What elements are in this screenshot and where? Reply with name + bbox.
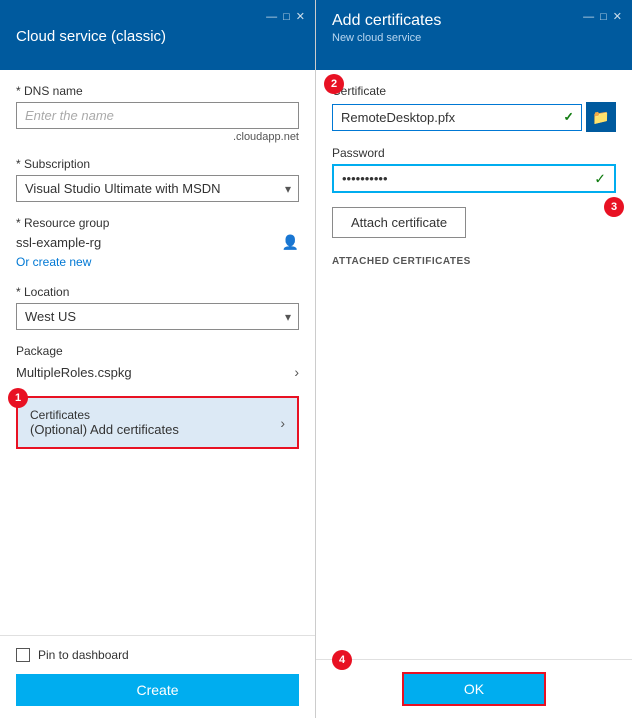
- dns-field-group: * DNS name .cloudapp.net: [16, 84, 299, 143]
- subscription-select-wrapper: Visual Studio Ultimate with MSDN: [16, 175, 299, 202]
- password-input-wrapper: ✓: [332, 164, 616, 193]
- cert-select-wrapper: RemoteDesktop.pfx ✓: [332, 104, 582, 131]
- maximize-btn-left[interactable]: □: [283, 11, 290, 23]
- dns-label: * DNS name: [16, 84, 299, 98]
- close-btn-left[interactable]: ✕: [296, 10, 305, 23]
- close-btn-right[interactable]: ✕: [613, 10, 622, 23]
- left-content: * DNS name .cloudapp.net * Subscription …: [0, 70, 315, 635]
- left-header: Cloud service (classic) — □ ✕: [0, 0, 315, 70]
- subscription-select[interactable]: Visual Studio Ultimate with MSDN: [16, 175, 299, 202]
- location-select[interactable]: West US: [16, 303, 299, 330]
- folder-button[interactable]: 📁: [586, 102, 616, 132]
- left-panel: Cloud service (classic) — □ ✕ * DNS name…: [0, 0, 316, 718]
- cert-item-subtitle: (Optional) Add certificates: [30, 422, 179, 437]
- right-footer: 4 OK: [316, 659, 632, 718]
- step2-badge: 2: [324, 74, 344, 94]
- left-footer: Pin to dashboard Create: [0, 635, 315, 718]
- right-window-controls: — □ ✕: [583, 10, 622, 23]
- cert-item-container: 1 Certificates (Optional) Add certificat…: [16, 396, 299, 449]
- resource-group-value: ssl-example-rg: [16, 235, 101, 250]
- password-section: Password ✓: [332, 146, 616, 193]
- step3-badge: 3: [604, 197, 624, 217]
- password-label: Password: [332, 146, 616, 160]
- minimize-btn-right[interactable]: —: [583, 11, 594, 23]
- certificate-input-row: RemoteDesktop.pfx ✓ 📁: [332, 102, 616, 132]
- location-field-group: * Location West US: [16, 285, 299, 330]
- package-row[interactable]: MultipleRoles.cspkg ›: [16, 362, 299, 382]
- resource-group-field-group: * Resource group ssl-example-rg 👤 Or cre…: [16, 216, 299, 271]
- right-panel-subtitle: New cloud service: [332, 32, 616, 44]
- attach-certificate-button[interactable]: Attach certificate: [332, 207, 466, 238]
- package-label: Package: [16, 344, 299, 358]
- cert-check-icon: ✓: [563, 109, 574, 125]
- folder-icon: 📁: [592, 109, 609, 126]
- pin-checkbox[interactable]: [16, 648, 30, 662]
- package-field-group: Package MultipleRoles.cspkg ›: [16, 344, 299, 382]
- left-window-controls: — □ ✕: [266, 10, 305, 23]
- location-label: * Location: [16, 285, 299, 299]
- pin-row: Pin to dashboard: [16, 648, 299, 662]
- dns-suffix: .cloudapp.net: [16, 131, 299, 143]
- package-chevron-icon: ›: [294, 364, 299, 380]
- cert-item-title: Certificates: [30, 408, 179, 422]
- minimize-btn-left[interactable]: —: [266, 11, 277, 23]
- certificate-select[interactable]: RemoteDesktop.pfx: [332, 104, 582, 131]
- certificate-label: Certificate: [332, 84, 616, 98]
- create-new-link[interactable]: Or create new: [16, 255, 91, 269]
- right-panel-title: Add certificates: [332, 12, 616, 30]
- step1-badge: 1: [8, 388, 28, 408]
- create-button[interactable]: Create: [16, 674, 299, 706]
- right-header: Add certificates New cloud service — □ ✕: [316, 0, 632, 70]
- right-panel: Add certificates New cloud service — □ ✕…: [316, 0, 632, 718]
- attach-section: Attach certificate 3: [332, 207, 616, 238]
- left-panel-title: Cloud service (classic): [16, 28, 166, 45]
- subscription-label: * Subscription: [16, 157, 299, 171]
- password-input[interactable]: [334, 166, 614, 191]
- step4-badge: 4: [332, 650, 352, 670]
- subscription-field-group: * Subscription Visual Studio Ultimate wi…: [16, 157, 299, 202]
- right-content: 2 Certificate RemoteDesktop.pfx ✓ 📁: [316, 70, 632, 659]
- cert-item-chevron-icon: ›: [280, 415, 285, 431]
- cert-item-left: Certificates (Optional) Add certificates: [30, 408, 179, 437]
- password-check-icon: ✓: [594, 170, 606, 187]
- certificates-item[interactable]: Certificates (Optional) Add certificates…: [16, 396, 299, 449]
- resource-group-label: * Resource group: [16, 216, 299, 230]
- package-value: MultipleRoles.cspkg: [16, 365, 132, 380]
- maximize-btn-right[interactable]: □: [600, 11, 607, 23]
- step2-container: 2 Certificate RemoteDesktop.pfx ✓ 📁: [332, 84, 616, 193]
- location-select-wrapper: West US: [16, 303, 299, 330]
- certificate-section: Certificate RemoteDesktop.pfx ✓ 📁: [332, 84, 616, 132]
- pin-label: Pin to dashboard: [38, 648, 129, 662]
- dns-input[interactable]: [16, 102, 299, 129]
- ok-button[interactable]: OK: [402, 672, 546, 706]
- attached-certificates-label: ATTACHED CERTIFICATES: [332, 256, 616, 267]
- resource-group-row: ssl-example-rg 👤: [16, 234, 299, 251]
- resource-group-icon[interactable]: 👤: [282, 234, 299, 251]
